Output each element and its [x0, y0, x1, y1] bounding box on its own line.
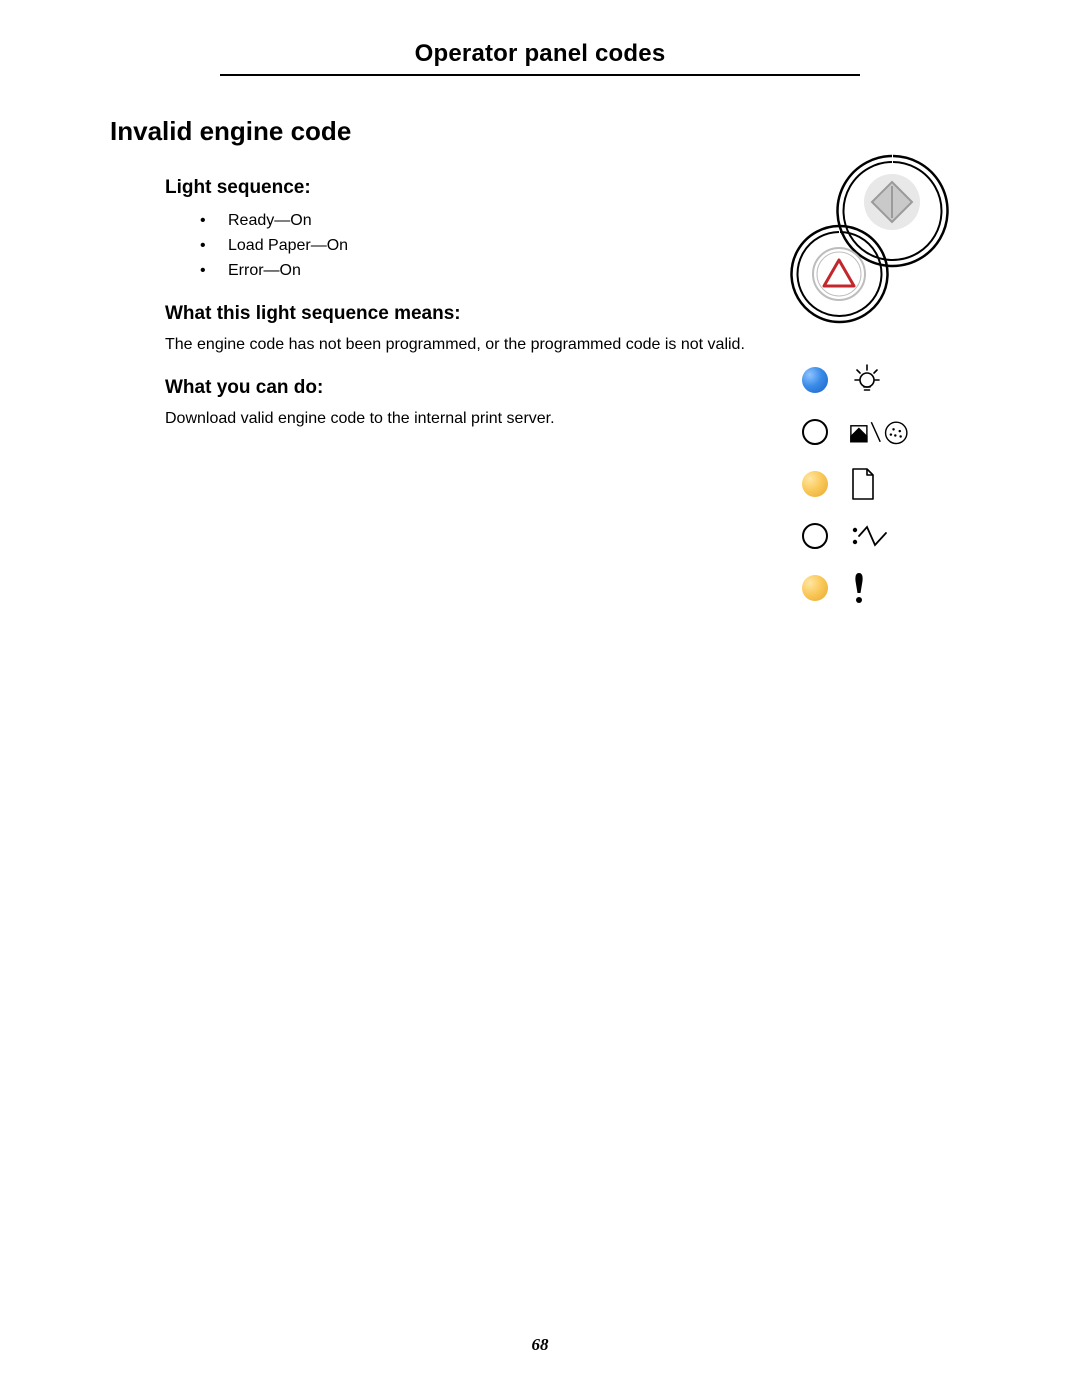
- page-number: 68: [0, 1335, 1080, 1355]
- header-rule: [220, 74, 860, 76]
- light-paper-jam: [802, 523, 828, 549]
- do-heading: What you can do:: [165, 377, 750, 399]
- text-column: Invalid engine code Light sequence: Read…: [110, 116, 770, 445]
- light-sequence-list: Ready—On Load Paper—On Error—On: [200, 209, 750, 283]
- light-error: [802, 575, 828, 601]
- light-sequence-item: Ready—On: [200, 209, 750, 234]
- means-body: The engine code has not been programmed,…: [165, 333, 750, 357]
- light-ready-row: [770, 354, 970, 406]
- light-paper-jam-row: [770, 510, 970, 562]
- light-sequence-item: Load Paper—On: [200, 234, 750, 259]
- light-load-paper: [802, 471, 828, 497]
- page-header: Operator panel codes: [110, 40, 970, 68]
- section-title: Invalid engine code: [110, 116, 750, 147]
- paper-icon: [850, 466, 914, 502]
- manual-page: Operator panel codes Invalid engine code…: [0, 0, 1080, 1397]
- cancel-button[interactable]: [813, 248, 865, 300]
- light-toner-row: [770, 406, 970, 458]
- means-heading: What this light sequence means:: [165, 303, 750, 325]
- content-row: Invalid engine code Light sequence: Read…: [110, 116, 970, 614]
- light-sequence-heading: Light sequence:: [165, 177, 750, 199]
- lightbulb-icon: [850, 362, 914, 398]
- light-toner: [802, 419, 828, 445]
- go-button[interactable]: [864, 174, 920, 230]
- operator-panel: [770, 116, 970, 614]
- panel-lights: [770, 354, 970, 614]
- toner-icon: [850, 414, 914, 450]
- light-load-paper-row: [770, 458, 970, 510]
- light-ready: [802, 367, 828, 393]
- light-sequence-item: Error—On: [200, 259, 750, 284]
- error-icon: [850, 570, 914, 606]
- light-error-row: [770, 562, 970, 614]
- panel-buttons-svg: [770, 116, 970, 336]
- do-body: Download valid engine code to the intern…: [165, 407, 750, 431]
- paper-jam-icon: [850, 518, 914, 554]
